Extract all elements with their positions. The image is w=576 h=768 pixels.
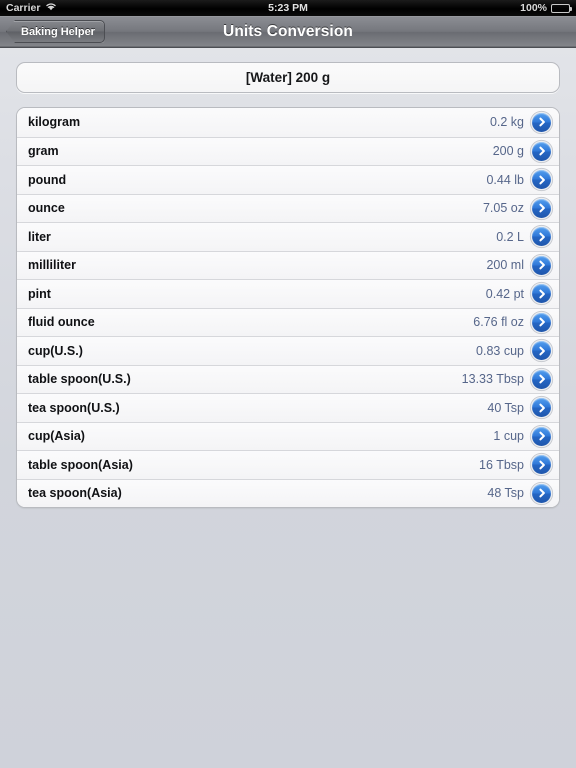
- chevron-right-circle-icon[interactable]: [532, 112, 551, 132]
- table-row[interactable]: pound 0.44 lb: [17, 165, 559, 194]
- carrier-label: Carrier: [6, 2, 41, 14]
- unit-value: 0.42 pt: [485, 286, 524, 301]
- table-row[interactable]: tea spoon(Asia) 48 Tsp: [17, 478, 559, 507]
- chevron-right-circle-icon[interactable]: [532, 398, 551, 418]
- back-button[interactable]: Baking Helper: [6, 20, 105, 43]
- ingredient-amount-field[interactable]: [Water] 200 g: [16, 62, 560, 93]
- unit-label: table spoon(U.S.): [28, 372, 131, 387]
- chevron-right-circle-icon[interactable]: [532, 170, 551, 190]
- chevron-right-circle-icon[interactable]: [532, 369, 551, 389]
- unit-label: liter: [28, 229, 51, 244]
- unit-value: 48 Tsp: [487, 486, 524, 501]
- unit-value: 1 cup: [493, 429, 524, 444]
- chevron-right-circle-icon[interactable]: [532, 426, 551, 446]
- table-row[interactable]: fluid ounce 6.76 fl oz: [17, 307, 559, 336]
- chevron-right-circle-icon[interactable]: [532, 483, 551, 503]
- battery-percent-label: 100%: [520, 2, 547, 14]
- table-row[interactable]: cup(Asia) 1 cup: [17, 421, 559, 450]
- status-bar-right: 100%: [520, 2, 572, 14]
- unit-label: pint: [28, 286, 51, 301]
- unit-value: 40 Tsp: [487, 400, 524, 415]
- back-button-label: Baking Helper: [21, 25, 95, 38]
- conversion-table: kilogram 0.2 kg gram 200 g pound 0.44 lb: [16, 107, 560, 508]
- unit-label: milliliter: [28, 258, 76, 273]
- unit-label: ounce: [28, 201, 65, 216]
- unit-value: 7.05 oz: [482, 201, 524, 216]
- unit-value: 0.44 lb: [486, 172, 524, 187]
- unit-value: 0.83 cup: [476, 343, 524, 358]
- table-row[interactable]: tea spoon(U.S.) 40 Tsp: [17, 393, 559, 422]
- unit-label: cup(Asia): [28, 429, 85, 444]
- unit-value: 200 g: [492, 144, 524, 159]
- wifi-icon: [45, 2, 57, 14]
- chevron-right-circle-icon[interactable]: [532, 284, 551, 304]
- ingredient-amount-label: [Water] 200 g: [245, 70, 331, 85]
- unit-value: 0.2 L: [496, 229, 524, 244]
- status-bar-clock: 5:23 PM: [268, 2, 308, 14]
- chevron-right-circle-icon[interactable]: [532, 255, 551, 275]
- chevron-right-circle-icon[interactable]: [532, 312, 551, 332]
- unit-label: cup(U.S.): [28, 343, 83, 358]
- status-bar: Carrier 5:23 PM 100%: [0, 0, 576, 16]
- unit-label: pound: [28, 172, 67, 187]
- unit-label: kilogram: [28, 115, 81, 130]
- chevron-right-circle-icon[interactable]: [532, 141, 551, 161]
- table-row[interactable]: table spoon(Asia) 16 Tbsp: [17, 450, 559, 479]
- table-row[interactable]: liter 0.2 L: [17, 222, 559, 251]
- chevron-right-circle-icon[interactable]: [532, 198, 551, 218]
- unit-label: fluid ounce: [28, 315, 95, 330]
- unit-label: tea spoon(U.S.): [28, 400, 120, 415]
- table-row[interactable]: cup(U.S.) 0.83 cup: [17, 336, 559, 365]
- table-row[interactable]: kilogram 0.2 kg: [17, 108, 559, 137]
- table-row[interactable]: table spoon(U.S.) 13.33 Tbsp: [17, 364, 559, 393]
- unit-value: 6.76 fl oz: [473, 315, 524, 330]
- battery-full-icon: [551, 3, 572, 13]
- unit-value: 13.33 Tbsp: [461, 372, 524, 387]
- table-row[interactable]: ounce 7.05 oz: [17, 193, 559, 222]
- unit-value: 0.2 kg: [489, 115, 524, 130]
- table-row[interactable]: milliliter 200 ml: [17, 250, 559, 279]
- table-row[interactable]: pint 0.42 pt: [17, 279, 559, 308]
- content-area: [Water] 200 g kilogram 0.2 kg gram 200 g…: [0, 48, 576, 508]
- table-row[interactable]: gram 200 g: [17, 136, 559, 165]
- app-screen: Carrier 5:23 PM 100% Baking Helper Units…: [0, 0, 576, 768]
- status-bar-left: Carrier: [6, 2, 57, 14]
- chevron-right-circle-icon[interactable]: [532, 455, 551, 475]
- unit-label: tea spoon(Asia): [28, 486, 122, 501]
- unit-value: 200 ml: [486, 258, 524, 273]
- unit-label: table spoon(Asia): [28, 457, 133, 472]
- navigation-bar: Baking Helper Units Conversion: [0, 16, 576, 48]
- unit-label: gram: [28, 144, 59, 159]
- chevron-right-circle-icon[interactable]: [532, 341, 551, 361]
- chevron-right-circle-icon[interactable]: [532, 227, 551, 247]
- unit-value: 16 Tbsp: [479, 457, 524, 472]
